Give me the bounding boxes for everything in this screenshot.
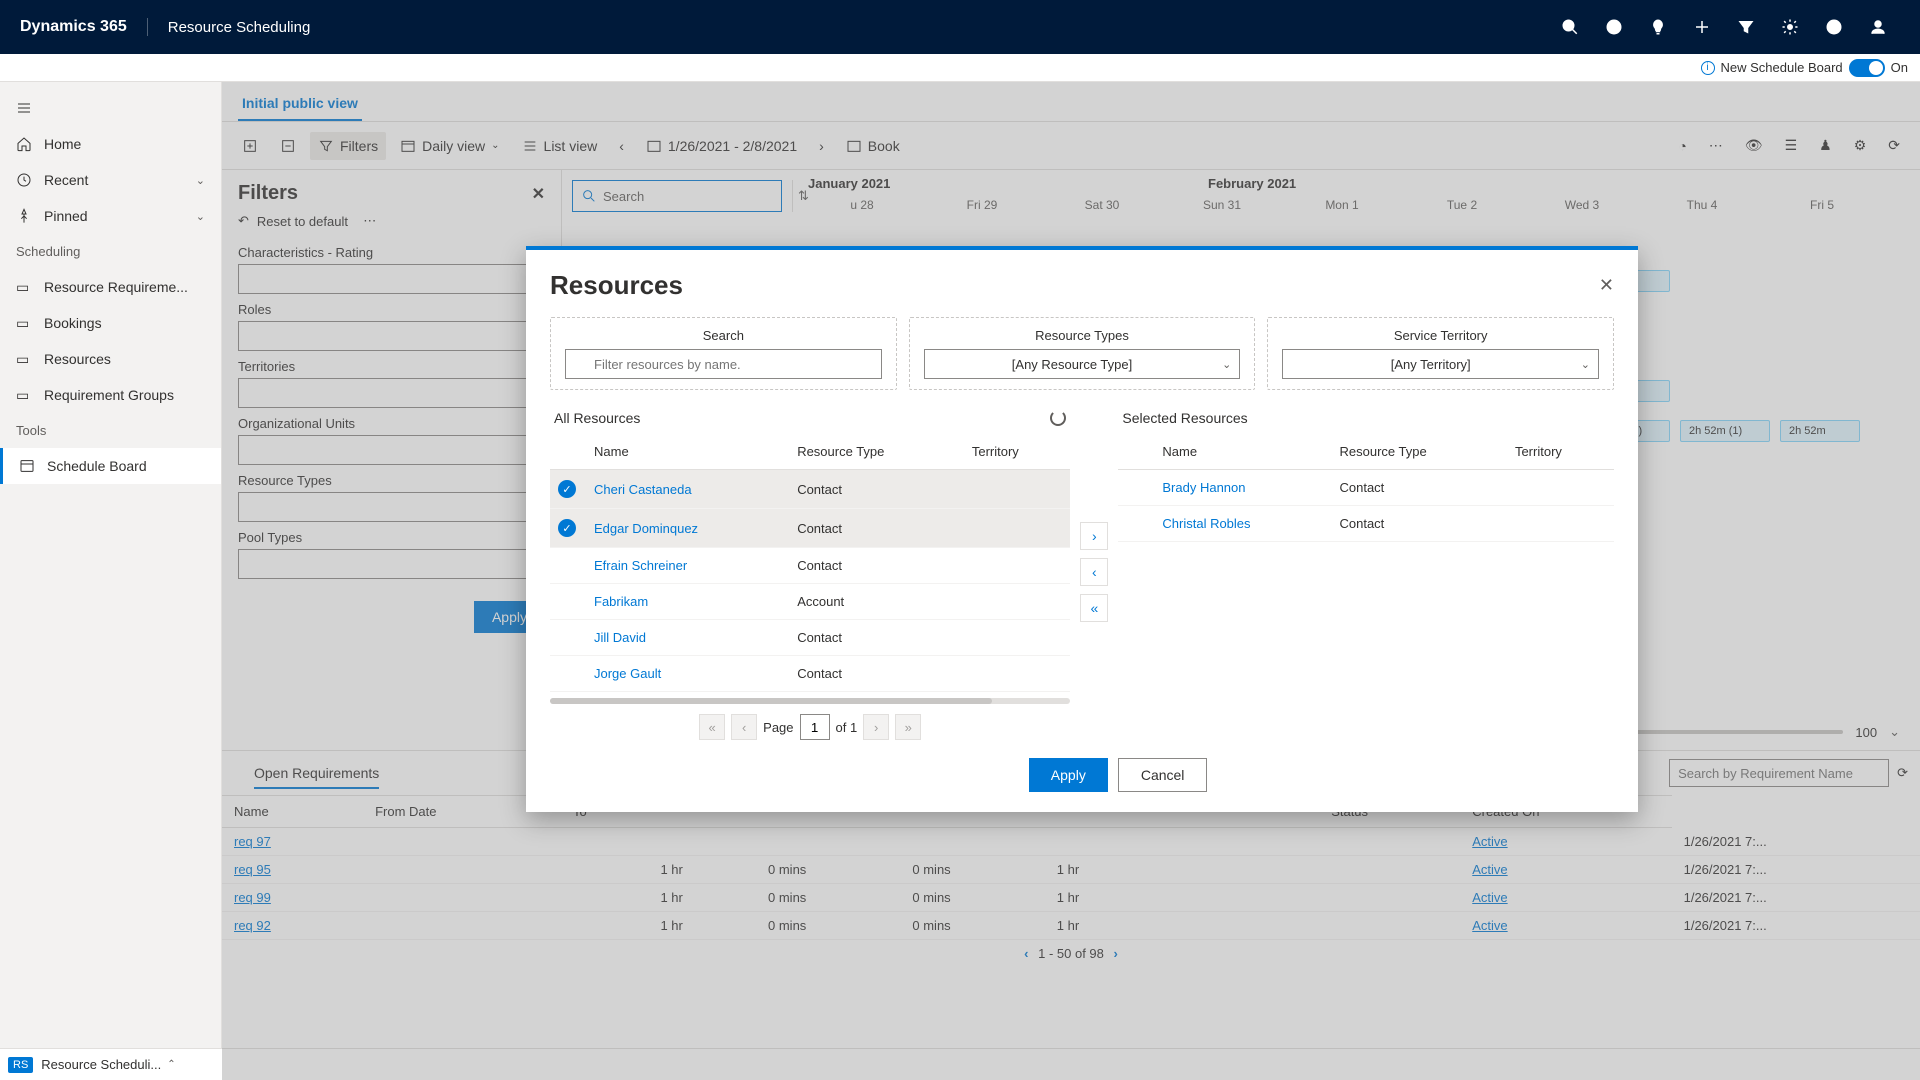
hamburger-icon[interactable] — [0, 90, 221, 126]
section-scheduling: Scheduling — [0, 234, 221, 269]
resource-row[interactable]: Efrain Schreiner Contact — [550, 548, 1070, 584]
resource-row[interactable]: ✓ Cheri Castaneda Contact — [550, 470, 1070, 509]
nav-resource-requirements[interactable]: ▭Resource Requireme... — [0, 269, 221, 305]
sidebar: Home Recent ⌄ Pinned ⌄ Scheduling ▭Resou… — [0, 82, 222, 1080]
resource-row[interactable]: ✓ Edgar Dominquez Contact — [550, 509, 1070, 548]
hscroll[interactable] — [550, 698, 1070, 704]
toggle-state: On — [1891, 60, 1908, 75]
territory-filter-box: Service Territory [Any Territory]⌄ — [1267, 317, 1614, 390]
chevron-up-icon[interactable]: ⌃ — [167, 1059, 175, 1070]
last-page-btn[interactable]: » — [895, 714, 921, 740]
nav-pinned[interactable]: Pinned ⌄ — [0, 198, 221, 234]
page-input[interactable] — [800, 714, 830, 740]
reload-icon[interactable] — [1050, 410, 1066, 426]
resource-search-input[interactable] — [565, 349, 882, 379]
resource-row[interactable]: Fabrikam Account — [550, 584, 1070, 620]
search-icon[interactable] — [1548, 0, 1592, 54]
task-icon[interactable] — [1592, 0, 1636, 54]
nav-requirement-groups[interactable]: ▭Requirement Groups — [0, 377, 221, 413]
help-icon[interactable] — [1812, 0, 1856, 54]
modal-title: Resources — [550, 270, 683, 301]
resource-link[interactable]: Jill David — [594, 630, 646, 645]
new-board-banner: i New Schedule Board On — [0, 54, 1920, 82]
selected-resources-label: Selected Resources — [1122, 410, 1247, 426]
info-icon: i — [1701, 61, 1715, 75]
section-tools: Tools — [0, 413, 221, 448]
brand: Dynamics 365 — [20, 18, 148, 36]
resource-link[interactable]: Brady Hannon — [1162, 480, 1245, 495]
resource-row[interactable]: Christal Robles Contact — [1118, 506, 1614, 542]
all-resources-label: All Resources — [554, 410, 640, 426]
bulb-icon[interactable] — [1636, 0, 1680, 54]
resources-modal: Resources ✕ Search Resource Types [Any R… — [526, 246, 1638, 812]
first-page-btn[interactable]: « — [699, 714, 725, 740]
resource-types-select[interactable]: [Any Resource Type]⌄ — [924, 349, 1241, 379]
modal-cancel-btn[interactable]: Cancel — [1118, 758, 1208, 792]
next-page-btn[interactable]: › — [863, 714, 889, 740]
resource-link[interactable]: Efrain Schreiner — [594, 558, 687, 573]
nav-resources[interactable]: ▭Resources — [0, 341, 221, 377]
resource-link[interactable]: Fabrikam — [594, 594, 648, 609]
all-resources-table: Name Resource Type Territory ✓ Cheri Cas… — [550, 434, 1070, 692]
checked-icon: ✓ — [558, 480, 576, 498]
resource-row[interactable]: Brady Hannon Contact — [1118, 470, 1614, 506]
remove-all-btn[interactable]: « — [1080, 594, 1108, 622]
add-selected-btn[interactable]: › — [1080, 522, 1108, 550]
app-footer-label[interactable]: Resource Scheduli... — [41, 1057, 161, 1072]
gear-icon[interactable] — [1768, 0, 1812, 54]
banner-label: New Schedule Board — [1721, 60, 1843, 75]
checked-icon: ✓ — [558, 519, 576, 537]
topbar: Dynamics 365 Resource Scheduling — [0, 0, 1920, 54]
resource-link[interactable]: Cheri Castaneda — [594, 482, 692, 497]
resource-link[interactable]: Edgar Dominquez — [594, 521, 698, 536]
modal-apply-btn[interactable]: Apply — [1029, 758, 1108, 792]
types-filter-box: Resource Types [Any Resource Type]⌄ — [909, 317, 1256, 390]
chevron-down-icon: ⌄ — [196, 174, 205, 187]
app-badge: RS — [8, 1057, 33, 1073]
nav-bookings[interactable]: ▭Bookings — [0, 305, 221, 341]
nav-home[interactable]: Home — [0, 126, 221, 162]
resource-row[interactable]: Jill David Contact — [550, 620, 1070, 656]
selected-resources-table: Name Resource Type Territory Brady Hanno… — [1118, 434, 1614, 542]
territory-select[interactable]: [Any Territory]⌄ — [1282, 349, 1599, 379]
resource-link[interactable]: Christal Robles — [1162, 516, 1250, 531]
search-filter-box: Search — [550, 317, 897, 390]
chevron-down-icon: ⌄ — [196, 210, 205, 223]
prev-page-btn[interactable]: ‹ — [731, 714, 757, 740]
modal-pagination: « ‹ Page of 1 › » — [550, 714, 1070, 740]
nav-recent[interactable]: Recent ⌄ — [0, 162, 221, 198]
nav-schedule-board[interactable]: Schedule Board — [0, 448, 221, 484]
app-name: Resource Scheduling — [148, 19, 311, 36]
filter-icon[interactable] — [1724, 0, 1768, 54]
remove-selected-btn[interactable]: ‹ — [1080, 558, 1108, 586]
resource-row[interactable]: Jorge Gault Contact — [550, 656, 1070, 692]
resource-link[interactable]: Jorge Gault — [594, 666, 661, 681]
user-icon[interactable] — [1856, 0, 1900, 54]
new-board-toggle[interactable] — [1849, 59, 1885, 77]
add-icon[interactable] — [1680, 0, 1724, 54]
close-modal-icon[interactable]: ✕ — [1599, 275, 1614, 296]
